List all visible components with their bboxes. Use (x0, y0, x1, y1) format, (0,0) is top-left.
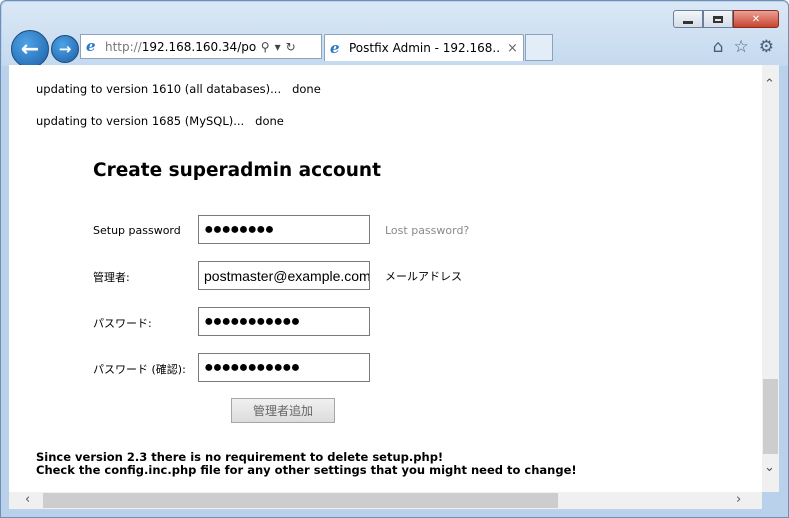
back-icon: ← (20, 36, 40, 62)
url-host: 192.168.160.34/postf (141, 39, 257, 54)
scroll-up-icon[interactable]: ⌃ (764, 77, 775, 92)
page-content: updating to version 1610 (all databases)… (9, 65, 762, 492)
setup-password-label: Setup password (93, 224, 181, 237)
lost-password-link[interactable]: Lost password? (385, 224, 469, 237)
new-tab-button[interactable] (525, 34, 553, 61)
note-line-1: Since version 2.3 there is no requiremen… (36, 450, 444, 464)
log-line-2: updating to version 1685 (MySQL)... done (36, 114, 284, 128)
forward-icon: → (58, 40, 72, 58)
horizontal-scrollbar[interactable]: ‹ › (9, 492, 762, 509)
settings-icon[interactable]: ⚙ (759, 37, 774, 57)
setup-password-field[interactable]: ●●●●●●●● (198, 215, 370, 244)
admin-email-field[interactable]: postmaster@example.com (198, 261, 370, 290)
close-window-button[interactable]: ✕ (733, 10, 779, 28)
toolbar-icons: ⌂ ☆ ⚙ (713, 37, 774, 57)
search-icon[interactable]: ⚲ (261, 40, 270, 54)
tab-close-icon[interactable]: × (507, 41, 518, 56)
admin-hint: メールアドレス (385, 270, 462, 283)
password-confirm-field[interactable]: ●●●●●●●●●●● (198, 353, 370, 382)
vertical-scrollbar[interactable]: ⌃ ⌄ (762, 65, 779, 492)
add-admin-button[interactable]: 管理者追加 (231, 398, 335, 423)
ie-icon: e (86, 37, 96, 55)
maximize-icon (713, 15, 723, 23)
back-button[interactable]: ← (11, 30, 49, 68)
tab-postfix-admin[interactable]: e Postfix Admin - 192.168... × (324, 34, 524, 61)
maximize-button[interactable] (703, 10, 733, 28)
scroll-right-icon[interactable]: › (736, 492, 741, 507)
minimize-button[interactable] (673, 10, 703, 28)
address-bar[interactable]: e http:// 192.168.160.34/postf ⚲ ▾ ↻ (80, 34, 322, 59)
password-label: パスワード: (93, 317, 152, 330)
home-icon[interactable]: ⌂ (713, 37, 724, 57)
log-line-1: updating to version 1610 (all databases)… (36, 82, 321, 96)
admin-label: 管理者: (93, 271, 130, 284)
refresh-icon[interactable]: ↻ (286, 40, 296, 54)
tab-title: Postfix Admin - 192.168... (349, 41, 499, 55)
dropdown-icon[interactable]: ▾ (275, 40, 281, 54)
note-line-2: Check the config.inc.php file for any ot… (36, 463, 577, 477)
page-title: Create superadmin account (93, 160, 381, 181)
scroll-down-icon[interactable]: ⌄ (764, 460, 775, 475)
forward-button[interactable]: → (51, 35, 79, 63)
favorites-icon[interactable]: ☆ (734, 37, 749, 57)
tab-ie-icon: e (330, 38, 340, 57)
url-scheme: http:// (105, 39, 142, 54)
password-field[interactable]: ●●●●●●●●●●● (198, 307, 370, 336)
password-confirm-label: パスワード (確認): (93, 363, 186, 376)
window-controls: ✕ (673, 10, 779, 28)
scroll-left-icon[interactable]: ‹ (25, 492, 30, 507)
vertical-scroll-thumb[interactable] (763, 379, 778, 454)
minimize-icon (683, 20, 693, 24)
close-icon: ✕ (751, 13, 761, 25)
horizontal-scroll-thumb[interactable] (43, 493, 558, 508)
